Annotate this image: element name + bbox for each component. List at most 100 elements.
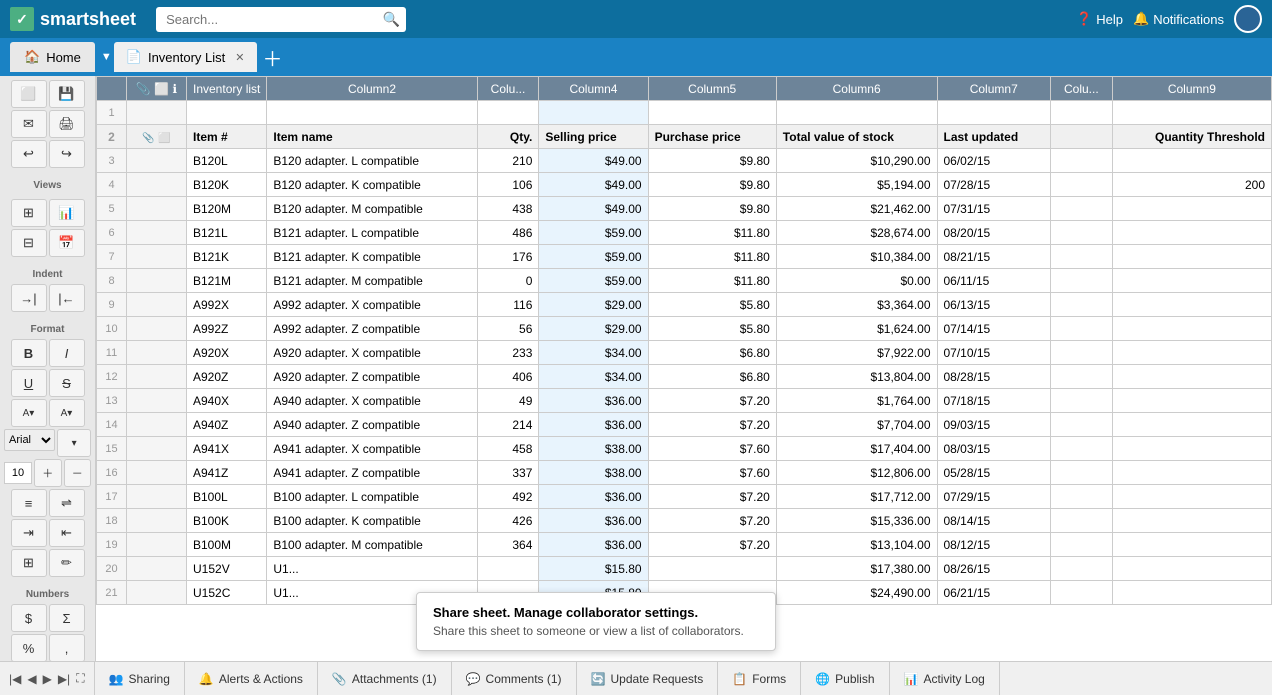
cell-18-name[interactable]: B100 adapter. K compatible	[267, 509, 477, 533]
cell-12-col8[interactable]	[1050, 365, 1112, 389]
cell-6-col8[interactable]	[1050, 221, 1112, 245]
cell-14-total[interactable]: $7,704.00	[776, 413, 937, 437]
cell-1-2[interactable]	[267, 101, 477, 125]
cell-19-id[interactable]: B100M	[187, 533, 267, 557]
cell-17-qty[interactable]: 492	[477, 485, 539, 509]
bottom-tab-update-requests[interactable]: 🔄Update Requests	[577, 662, 719, 695]
cell-5-threshold[interactable]	[1112, 197, 1271, 221]
cell-15-total[interactable]: $17,404.00	[776, 437, 937, 461]
cell-9-threshold[interactable]	[1112, 293, 1271, 317]
cell-11-threshold[interactable]	[1112, 341, 1271, 365]
cell-4-qty[interactable]: 106	[477, 173, 539, 197]
cell-15-col8[interactable]	[1050, 437, 1112, 461]
cell-13-name[interactable]: A940 adapter. X compatible	[267, 389, 477, 413]
col-header-2[interactable]: Column2	[267, 77, 477, 101]
col-label-threshold[interactable]: Quantity Threshold	[1112, 125, 1271, 149]
scroll-next-button[interactable]: ▶	[40, 672, 55, 686]
cell-8-updated[interactable]: 06/11/15	[937, 269, 1050, 293]
cell-10-name[interactable]: A992 adapter. Z compatible	[267, 317, 477, 341]
cell-3-threshold[interactable]	[1112, 149, 1271, 173]
undo-button[interactable]: ↩	[11, 140, 47, 168]
font-select[interactable]: Arial	[4, 429, 55, 451]
cell-20-total[interactable]: $17,380.00	[776, 557, 937, 581]
cell-16-sell[interactable]: $38.00	[539, 461, 648, 485]
cell-17-sell[interactable]: $36.00	[539, 485, 648, 509]
cell-19-name[interactable]: B100 adapter. M compatible	[267, 533, 477, 557]
col-label-item-name[interactable]: Item name	[267, 125, 477, 149]
cell-5-name[interactable]: B120 adapter. M compatible	[267, 197, 477, 221]
cell-13-id[interactable]: A940X	[187, 389, 267, 413]
col-label-total[interactable]: Total value of stock	[776, 125, 937, 149]
card-view-button[interactable]: ⊟	[11, 229, 47, 257]
col-header-3[interactable]: Colu...	[477, 77, 539, 101]
cell-5-qty[interactable]: 438	[477, 197, 539, 221]
cell-16-col8[interactable]	[1050, 461, 1112, 485]
cell-11-total[interactable]: $7,922.00	[776, 341, 937, 365]
cell-4-col8[interactable]	[1050, 173, 1112, 197]
cell-17-total[interactable]: $17,712.00	[776, 485, 937, 509]
cell-13-col8[interactable]	[1050, 389, 1112, 413]
cell-16-threshold[interactable]	[1112, 461, 1271, 485]
cell-6-id[interactable]: B121L	[187, 221, 267, 245]
cell-21-total[interactable]: $24,490.00	[776, 581, 937, 605]
cell-13-total[interactable]: $1,764.00	[776, 389, 937, 413]
cell-20-id[interactable]: U152V	[187, 557, 267, 581]
cell-18-purch[interactable]: $7.20	[648, 509, 776, 533]
cell-4-sell[interactable]: $49.00	[539, 173, 648, 197]
bottom-tab-alerts[interactable]: 🔔Alerts & Actions	[185, 662, 318, 695]
cell-8-total[interactable]: $0.00	[776, 269, 937, 293]
cell-16-id[interactable]: A941Z	[187, 461, 267, 485]
cell-11-qty[interactable]: 233	[477, 341, 539, 365]
strikethrough-button[interactable]: S	[49, 369, 85, 397]
cell-8-id[interactable]: B121M	[187, 269, 267, 293]
col-header-8[interactable]: Colu...	[1050, 77, 1112, 101]
search-input[interactable]	[156, 7, 406, 32]
bottom-tab-activity-log[interactable]: 📊Activity Log	[890, 662, 1000, 695]
cell-3-id[interactable]: B120L	[187, 149, 267, 173]
cell-6-name[interactable]: B121 adapter. L compatible	[267, 221, 477, 245]
cell-20-qty[interactable]	[477, 557, 539, 581]
cell-3-updated[interactable]: 06/02/15	[937, 149, 1050, 173]
grid-view-button[interactable]: ⊞	[11, 199, 47, 227]
cell-12-id[interactable]: A920Z	[187, 365, 267, 389]
cell-18-total[interactable]: $15,336.00	[776, 509, 937, 533]
fill-color-button[interactable]: A▾	[49, 399, 85, 427]
cell-16-updated[interactable]: 05/28/15	[937, 461, 1050, 485]
comma-button[interactable]: ,	[49, 634, 85, 661]
cell-6-updated[interactable]: 08/20/15	[937, 221, 1050, 245]
cell-19-threshold[interactable]	[1112, 533, 1271, 557]
cell-10-col8[interactable]	[1050, 317, 1112, 341]
cell-15-purch[interactable]: $7.60	[648, 437, 776, 461]
cell-5-id[interactable]: B120M	[187, 197, 267, 221]
calendar-view-button[interactable]: 📅	[49, 229, 85, 257]
cell-11-purch[interactable]: $6.80	[648, 341, 776, 365]
cell-10-updated[interactable]: 07/14/15	[937, 317, 1050, 341]
bottom-tab-sharing[interactable]: 👥Sharing	[95, 662, 185, 695]
cell-4-total[interactable]: $5,194.00	[776, 173, 937, 197]
cell-8-qty[interactable]: 0	[477, 269, 539, 293]
cell-3-total[interactable]: $10,290.00	[776, 149, 937, 173]
cell-18-id[interactable]: B100K	[187, 509, 267, 533]
cell-17-updated[interactable]: 07/29/15	[937, 485, 1050, 509]
cell-6-sell[interactable]: $59.00	[539, 221, 648, 245]
cell-17-purch[interactable]: $7.20	[648, 485, 776, 509]
cell-12-updated[interactable]: 08/28/15	[937, 365, 1050, 389]
bottom-tab-attachments[interactable]: 📎Attachments (1)	[318, 662, 452, 695]
cell-15-sell[interactable]: $38.00	[539, 437, 648, 461]
outdent-button[interactable]: ⇤	[49, 519, 85, 547]
cell-12-purch[interactable]: $6.80	[648, 365, 776, 389]
cell-8-name[interactable]: B121 adapter. M compatible	[267, 269, 477, 293]
cell-14-updated[interactable]: 09/03/15	[937, 413, 1050, 437]
italic-button[interactable]: I	[49, 339, 85, 367]
font-size-input[interactable]	[4, 462, 32, 484]
cell-20-col8[interactable]	[1050, 557, 1112, 581]
scroll-first-button[interactable]: |◀	[6, 672, 24, 686]
cell-19-purch[interactable]: $7.20	[648, 533, 776, 557]
percent-button[interactable]: %	[11, 634, 47, 661]
cell-7-threshold[interactable]	[1112, 245, 1271, 269]
pen-button[interactable]: ✏	[49, 549, 85, 577]
cell-21-updated[interactable]: 06/21/15	[937, 581, 1050, 605]
cell-14-col8[interactable]	[1050, 413, 1112, 437]
cell-17-name[interactable]: B100 adapter. L compatible	[267, 485, 477, 509]
add-tab-button[interactable]: ＋	[259, 43, 287, 71]
